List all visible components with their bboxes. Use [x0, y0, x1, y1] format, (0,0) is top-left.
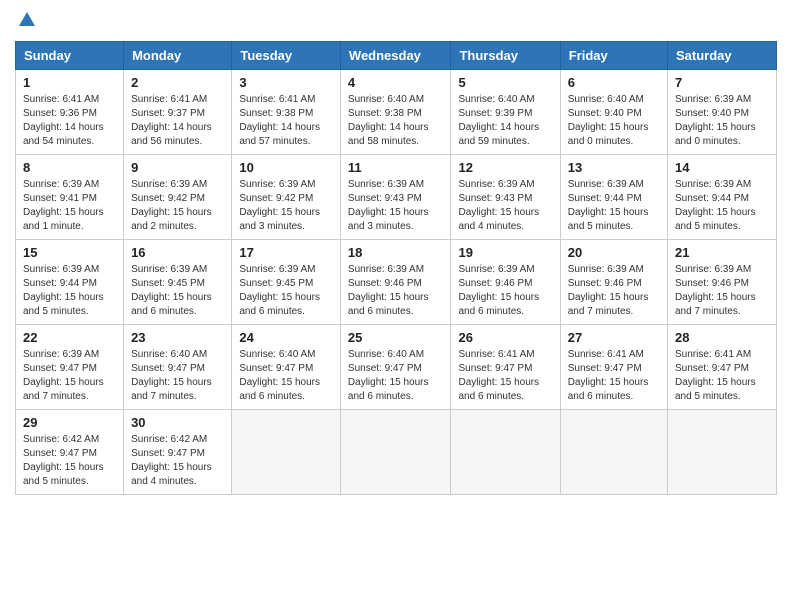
- calendar-week-5: 29Sunrise: 6:42 AMSunset: 9:47 PMDayligh…: [16, 410, 777, 495]
- calendar-day-16: 16Sunrise: 6:39 AMSunset: 9:45 PMDayligh…: [124, 240, 232, 325]
- calendar-day-29: 29Sunrise: 6:42 AMSunset: 9:47 PMDayligh…: [16, 410, 124, 495]
- weekday-header-wednesday: Wednesday: [340, 42, 451, 70]
- logo-text: [15, 10, 37, 35]
- weekday-header-row: SundayMondayTuesdayWednesdayThursdayFrid…: [16, 42, 777, 70]
- calendar-day-3: 3Sunrise: 6:41 AMSunset: 9:38 PMDaylight…: [232, 70, 341, 155]
- calendar-day-12: 12Sunrise: 6:39 AMSunset: 9:43 PMDayligh…: [451, 155, 560, 240]
- calendar-day-19: 19Sunrise: 6:39 AMSunset: 9:46 PMDayligh…: [451, 240, 560, 325]
- calendar-day-11: 11Sunrise: 6:39 AMSunset: 9:43 PMDayligh…: [340, 155, 451, 240]
- calendar-day-17: 17Sunrise: 6:39 AMSunset: 9:45 PMDayligh…: [232, 240, 341, 325]
- calendar-week-4: 22Sunrise: 6:39 AMSunset: 9:47 PMDayligh…: [16, 325, 777, 410]
- calendar-day-5: 5Sunrise: 6:40 AMSunset: 9:39 PMDaylight…: [451, 70, 560, 155]
- calendar-day-26: 26Sunrise: 6:41 AMSunset: 9:47 PMDayligh…: [451, 325, 560, 410]
- calendar-day-27: 27Sunrise: 6:41 AMSunset: 9:47 PMDayligh…: [560, 325, 667, 410]
- calendar-day-28: 28Sunrise: 6:41 AMSunset: 9:47 PMDayligh…: [668, 325, 777, 410]
- weekday-header-thursday: Thursday: [451, 42, 560, 70]
- calendar-day-4: 4Sunrise: 6:40 AMSunset: 9:38 PMDaylight…: [340, 70, 451, 155]
- calendar-week-2: 8Sunrise: 6:39 AMSunset: 9:41 PMDaylight…: [16, 155, 777, 240]
- logo: [15, 10, 37, 35]
- calendar-day-14: 14Sunrise: 6:39 AMSunset: 9:44 PMDayligh…: [668, 155, 777, 240]
- calendar-day-23: 23Sunrise: 6:40 AMSunset: 9:47 PMDayligh…: [124, 325, 232, 410]
- calendar-table: SundayMondayTuesdayWednesdayThursdayFrid…: [15, 41, 777, 495]
- calendar-day-24: 24Sunrise: 6:40 AMSunset: 9:47 PMDayligh…: [232, 325, 341, 410]
- weekday-header-sunday: Sunday: [16, 42, 124, 70]
- calendar-week-1: 1Sunrise: 6:41 AMSunset: 9:36 PMDaylight…: [16, 70, 777, 155]
- calendar-day-21: 21Sunrise: 6:39 AMSunset: 9:46 PMDayligh…: [668, 240, 777, 325]
- weekday-header-tuesday: Tuesday: [232, 42, 341, 70]
- calendar-week-3: 15Sunrise: 6:39 AMSunset: 9:44 PMDayligh…: [16, 240, 777, 325]
- page-header: [15, 10, 777, 35]
- weekday-header-monday: Monday: [124, 42, 232, 70]
- weekday-header-friday: Friday: [560, 42, 667, 70]
- calendar-day-empty: [232, 410, 341, 495]
- calendar-day-empty: [340, 410, 451, 495]
- calendar-day-30: 30Sunrise: 6:42 AMSunset: 9:47 PMDayligh…: [124, 410, 232, 495]
- calendar-day-2: 2Sunrise: 6:41 AMSunset: 9:37 PMDaylight…: [124, 70, 232, 155]
- calendar-day-empty: [451, 410, 560, 495]
- calendar-day-22: 22Sunrise: 6:39 AMSunset: 9:47 PMDayligh…: [16, 325, 124, 410]
- calendar-day-9: 9Sunrise: 6:39 AMSunset: 9:42 PMDaylight…: [124, 155, 232, 240]
- calendar-day-20: 20Sunrise: 6:39 AMSunset: 9:46 PMDayligh…: [560, 240, 667, 325]
- calendar-day-empty: [560, 410, 667, 495]
- calendar-day-empty: [668, 410, 777, 495]
- calendar-day-13: 13Sunrise: 6:39 AMSunset: 9:44 PMDayligh…: [560, 155, 667, 240]
- calendar-day-25: 25Sunrise: 6:40 AMSunset: 9:47 PMDayligh…: [340, 325, 451, 410]
- calendar-day-18: 18Sunrise: 6:39 AMSunset: 9:46 PMDayligh…: [340, 240, 451, 325]
- logo-icon: [17, 10, 37, 30]
- weekday-header-saturday: Saturday: [668, 42, 777, 70]
- calendar-day-1: 1Sunrise: 6:41 AMSunset: 9:36 PMDaylight…: [16, 70, 124, 155]
- calendar-day-15: 15Sunrise: 6:39 AMSunset: 9:44 PMDayligh…: [16, 240, 124, 325]
- calendar-day-7: 7Sunrise: 6:39 AMSunset: 9:40 PMDaylight…: [668, 70, 777, 155]
- calendar-day-6: 6Sunrise: 6:40 AMSunset: 9:40 PMDaylight…: [560, 70, 667, 155]
- calendar-day-10: 10Sunrise: 6:39 AMSunset: 9:42 PMDayligh…: [232, 155, 341, 240]
- calendar-day-8: 8Sunrise: 6:39 AMSunset: 9:41 PMDaylight…: [16, 155, 124, 240]
